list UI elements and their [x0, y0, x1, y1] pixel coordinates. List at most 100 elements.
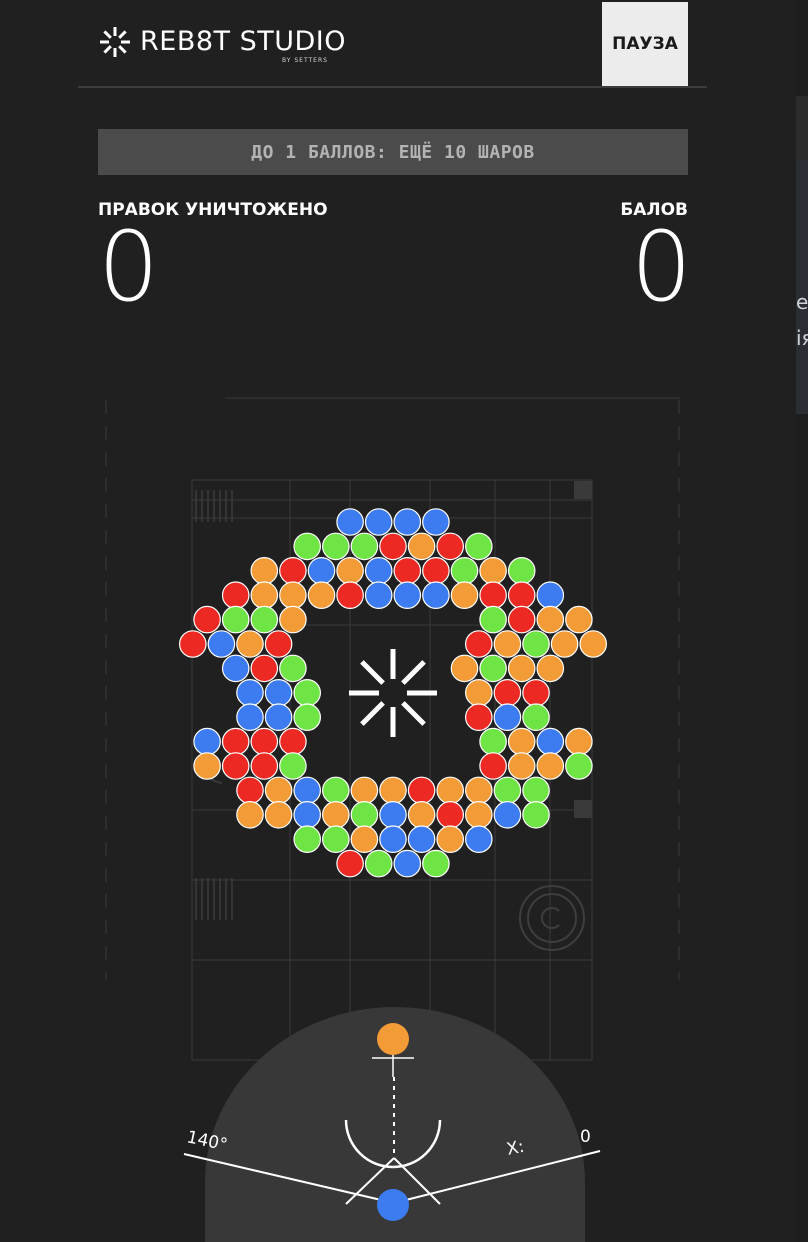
bubble	[221, 727, 250, 756]
bubble	[407, 825, 436, 853]
bubble	[565, 727, 593, 756]
bubble	[522, 800, 550, 829]
bubble	[436, 532, 464, 561]
bubble	[493, 800, 522, 829]
bubble	[221, 605, 250, 634]
bubble	[536, 581, 565, 609]
bubble	[450, 581, 479, 609]
bubble	[464, 825, 493, 853]
game-board[interactable]: 140° X: 0	[0, 380, 796, 1242]
bubble	[264, 630, 293, 658]
bubble	[550, 630, 579, 658]
bubble	[464, 703, 493, 731]
hatch-marks	[195, 490, 233, 920]
bubble	[464, 532, 493, 561]
bubble	[236, 630, 264, 658]
bubble	[493, 630, 522, 658]
bubble	[407, 532, 436, 561]
bubble	[279, 752, 307, 780]
bubble	[536, 727, 565, 756]
bubble	[507, 654, 536, 683]
bubble	[236, 800, 264, 829]
bubble	[350, 825, 379, 853]
bubble	[464, 776, 493, 805]
bubble	[307, 581, 336, 609]
bubble	[279, 727, 307, 756]
loading-icon	[349, 649, 437, 737]
bubble	[336, 849, 364, 878]
pause-button[interactable]: ПАУЗА	[602, 2, 688, 86]
bubble	[464, 630, 493, 658]
bubble	[507, 557, 536, 585]
corner-marker	[574, 481, 592, 499]
bubble	[522, 630, 550, 658]
bubble	[565, 752, 593, 780]
bubble	[350, 532, 379, 561]
bubble	[193, 752, 221, 780]
background-text-fragment: е	[796, 290, 808, 314]
bubble	[336, 581, 364, 609]
bubble	[422, 508, 450, 536]
bubble	[379, 776, 407, 805]
bubble	[379, 800, 407, 829]
bubble	[422, 581, 450, 609]
bubble	[236, 776, 264, 805]
bubble	[307, 557, 336, 585]
bubble	[293, 800, 321, 829]
bubble	[522, 703, 550, 731]
bubble	[422, 849, 450, 878]
bubble	[536, 605, 565, 634]
bubble-ring	[179, 508, 607, 878]
copyright-icon	[519, 885, 585, 951]
bubble	[407, 800, 436, 829]
bubble	[279, 654, 307, 683]
next-ball	[377, 1023, 409, 1055]
bubble	[479, 654, 507, 683]
bubble	[507, 727, 536, 756]
bubble	[479, 581, 507, 609]
bubble	[250, 581, 279, 609]
bubble	[364, 557, 393, 585]
bubble	[321, 800, 350, 829]
bubble	[522, 678, 550, 707]
bubble	[393, 557, 422, 585]
bubble	[279, 605, 307, 634]
destroyed-counter: 0	[98, 211, 160, 323]
corner-marker	[574, 800, 592, 818]
bubble	[450, 557, 479, 585]
bubble	[250, 727, 279, 756]
score-counter: 0	[630, 211, 692, 323]
bubble	[250, 557, 279, 585]
bubble	[436, 776, 464, 805]
background-page-edge: е ія	[796, 0, 808, 1242]
bubble	[221, 654, 250, 683]
bubble	[250, 654, 279, 683]
bubble	[350, 800, 379, 829]
game-screen: REB8T STUDIO BY SETTERS ПАУЗА ДО 1 БАЛЛО…	[0, 0, 796, 1242]
bubble	[350, 776, 379, 805]
bubble	[193, 727, 221, 756]
bubble	[379, 532, 407, 561]
bubble	[479, 605, 507, 634]
bubble	[393, 508, 422, 536]
bubble	[493, 776, 522, 805]
bubble	[264, 776, 293, 805]
goal-banner: ДО 1 БАЛЛОВ: ЕЩЁ 10 ШАРОВ	[98, 129, 688, 175]
bubble	[293, 776, 321, 805]
bubble	[450, 654, 479, 683]
brand-subtitle: BY SETTERS	[282, 57, 328, 64]
current-ball[interactable]	[377, 1189, 409, 1221]
bubble	[279, 581, 307, 609]
bubble	[179, 630, 207, 658]
bubble	[536, 752, 565, 780]
bubble	[479, 557, 507, 585]
bubble	[264, 800, 293, 829]
bubble	[436, 800, 464, 829]
bubble	[364, 849, 393, 878]
background-text-fragment: ія	[796, 326, 808, 350]
bubble	[493, 703, 522, 731]
bubble	[250, 752, 279, 780]
bubble	[264, 678, 293, 707]
bubble	[536, 654, 565, 683]
bubble	[522, 776, 550, 805]
